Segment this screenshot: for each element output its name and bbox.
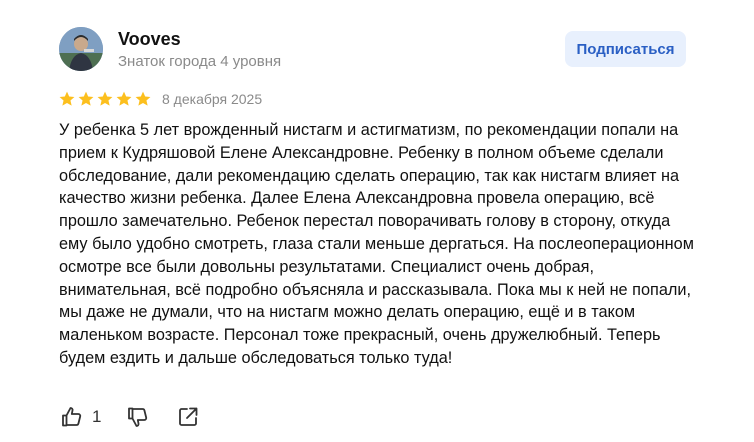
dislike-button[interactable] <box>126 405 150 429</box>
avatar[interactable] <box>59 27 103 71</box>
thumbs-down-icon <box>128 407 148 427</box>
review-date: 8 декабря 2025 <box>162 91 263 107</box>
star-icon <box>135 91 151 106</box>
author-name[interactable]: Vooves <box>118 29 181 50</box>
thumbs-up-icon <box>62 407 82 427</box>
author-level: Знаток города 4 уровня <box>118 53 282 70</box>
share-icon <box>179 407 198 426</box>
avatar-image <box>59 27 103 71</box>
star-icon <box>116 91 132 106</box>
star-icon <box>78 91 94 106</box>
like-button[interactable]: 1 <box>60 405 101 429</box>
star-rating <box>58 90 152 108</box>
review-text: У ребенка 5 лет врожденный нистагм и аст… <box>59 121 694 367</box>
share-button[interactable] <box>176 405 200 429</box>
like-count: 1 <box>92 407 102 426</box>
star-icon <box>97 91 113 106</box>
star-icon <box>59 91 75 106</box>
subscribe-button[interactable]: Подписаться <box>565 31 686 67</box>
